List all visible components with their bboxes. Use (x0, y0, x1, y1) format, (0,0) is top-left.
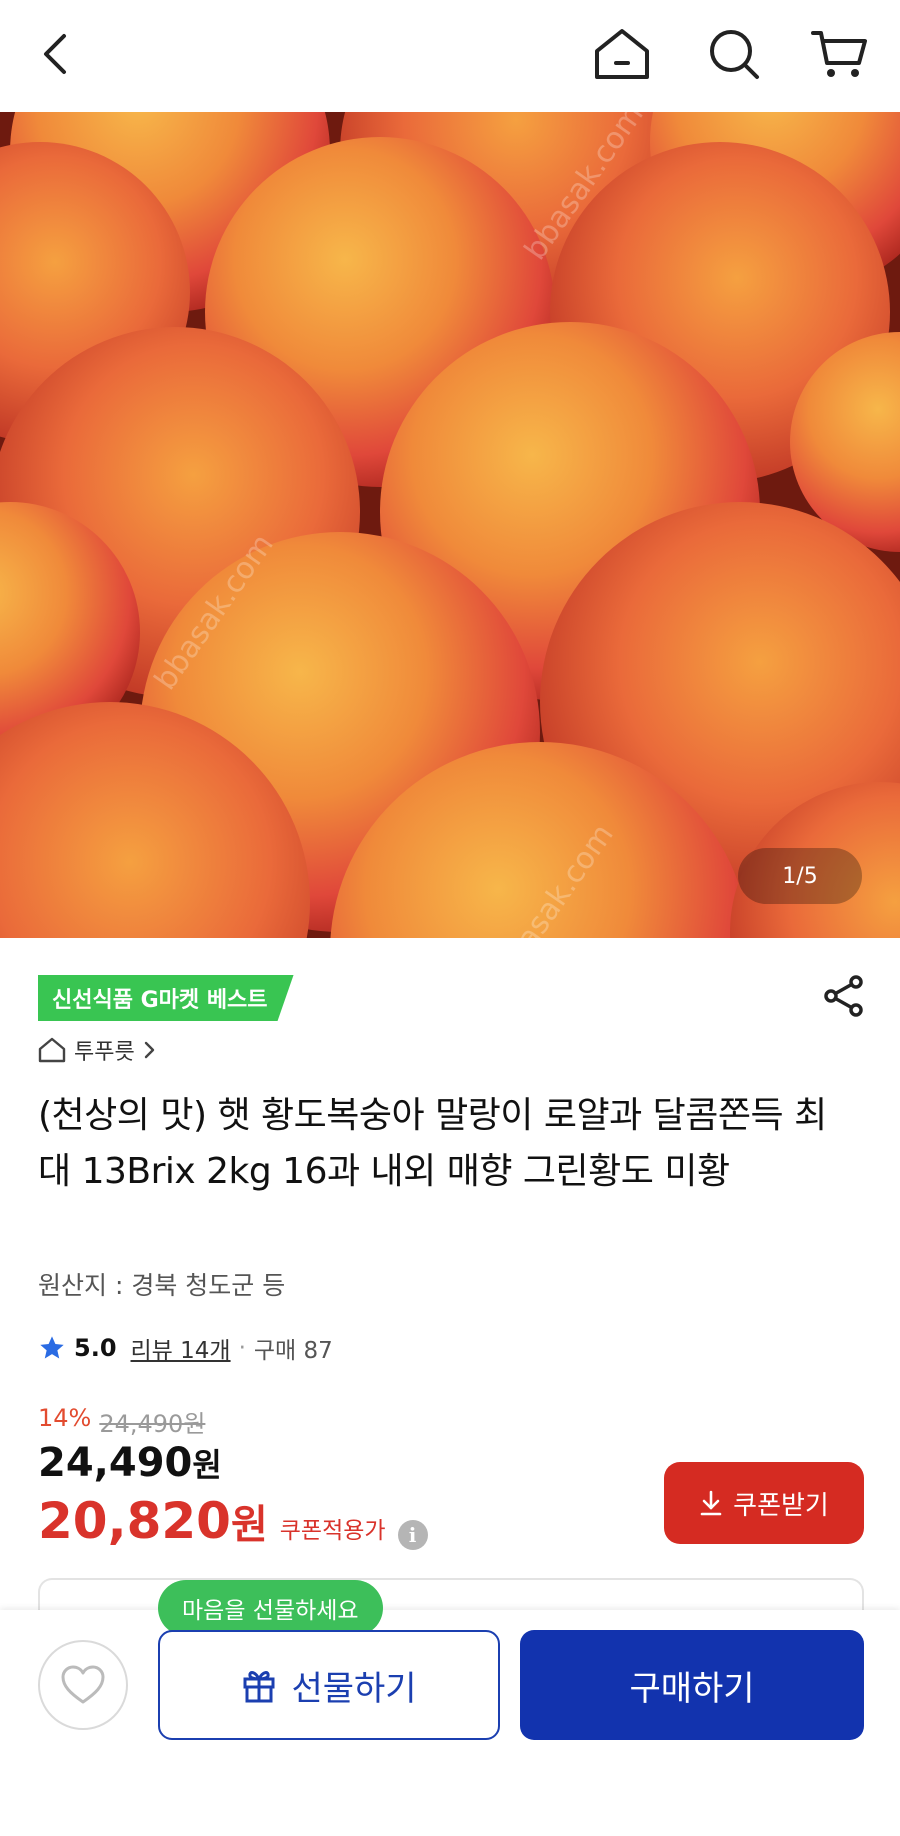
rating-row: 5.0 리뷰 14개 · 구매 87 (38, 1328, 333, 1368)
buy-button-label: 구매하기 (629, 1668, 755, 1709)
coupon-price-label: 쿠폰적용가 (279, 1518, 386, 1544)
discount-row: 14% 24,490원 (38, 1404, 205, 1439)
search-icon (710, 30, 759, 79)
gift-button[interactable]: 선물하기 (158, 1630, 500, 1740)
coupon-price: 20,820원 (38, 1492, 268, 1550)
info-icon[interactable]: i (397, 1520, 428, 1550)
store-name: 투푸릇 (74, 1040, 135, 1065)
home-icon (595, 29, 649, 79)
wishlist-button[interactable] (38, 1640, 128, 1730)
star-icon (40, 1336, 64, 1359)
home-button[interactable] (590, 22, 654, 86)
chevron-right-icon (144, 1041, 154, 1059)
cart-button[interactable] (808, 22, 872, 86)
sale-price: 24,490원 (38, 1440, 222, 1486)
discount-percent: 14% (38, 1404, 92, 1432)
chevron-left-icon (44, 34, 66, 74)
buy-button[interactable]: 구매하기 (520, 1630, 864, 1740)
original-price: 24,490원 (99, 1410, 206, 1438)
top-navigation-bar (0, 0, 900, 112)
back-button[interactable] (24, 22, 88, 86)
product-title: (천상의 맛) 햇 황도복숭아 말랑이 로얄과 달콤쫀득 최대 13Brix 2… (38, 1095, 827, 1192)
gift-tooltip: 마음을 선물하세요 (158, 1580, 383, 1636)
purchase-count: 구매 87 (253, 1338, 333, 1364)
coupon-price-number: 20,820 (38, 1492, 231, 1550)
share-icon (824, 975, 863, 1017)
store-home-icon (38, 1037, 66, 1063)
review-link[interactable]: 리뷰 14개 (131, 1331, 231, 1365)
badge-row: 신선식품 G마켓 베스트 (38, 974, 294, 1022)
sale-price-unit: 원 (192, 1446, 222, 1484)
coupon-price-row: 20,820원 쿠폰적용가 i (38, 1492, 428, 1550)
get-coupon-label: 쿠폰받기 (733, 1490, 829, 1521)
product-image-carousel[interactable]: bbasak.com bbasak.com bbasak.com 1/5 (0, 112, 900, 938)
download-icon (700, 1490, 722, 1516)
gift-button-label: 선물하기 (291, 1668, 417, 1709)
gift-icon (243, 1671, 275, 1703)
get-coupon-button[interactable]: 쿠폰받기 (664, 1462, 864, 1544)
image-counter: 1/5 (738, 848, 862, 904)
heart-icon (61, 1665, 105, 1704)
share-button[interactable] (816, 968, 872, 1024)
origin-text: 원산지 : 경북 청도군 등 (38, 1271, 286, 1300)
sale-price-number: 24,490 (38, 1440, 193, 1486)
coupon-price-unit: 원 (230, 1502, 268, 1548)
cart-icon (811, 31, 867, 77)
peach-photo: bbasak.com bbasak.com bbasak.com (0, 112, 900, 938)
separator-dot: · (238, 1335, 246, 1361)
search-button[interactable] (702, 22, 766, 86)
best-badge: 신선식품 G마켓 베스트 (38, 975, 294, 1021)
store-link[interactable]: 투푸릇 (38, 1032, 155, 1068)
rating-score: 5.0 (74, 1334, 117, 1362)
